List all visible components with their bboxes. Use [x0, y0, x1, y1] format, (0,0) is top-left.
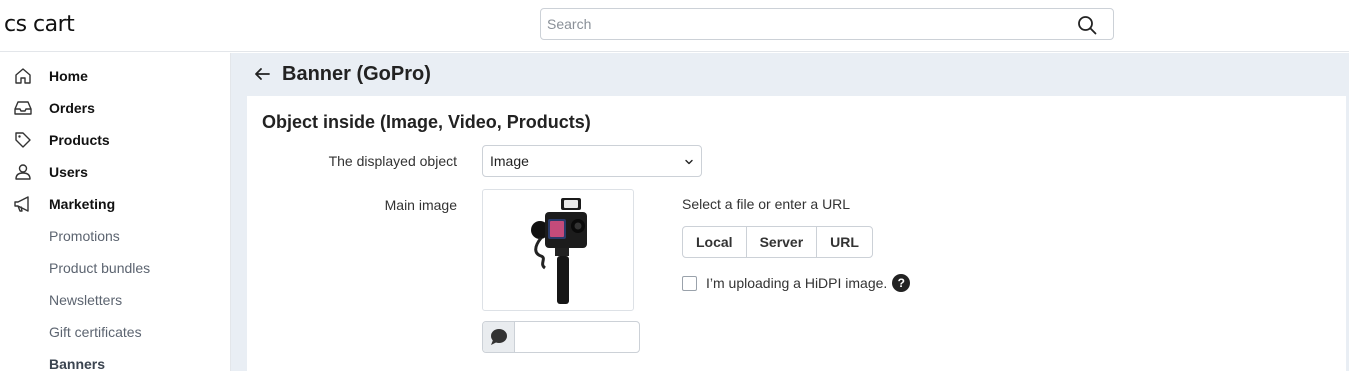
sidebar-item-label: Users	[49, 164, 88, 180]
sidebar-subitem-banners[interactable]: Banners	[49, 356, 105, 371]
file-source-button-group: Local Server URL	[682, 226, 873, 258]
sidebar-subitem-gift-certificates[interactable]: Gift certificates	[49, 324, 142, 340]
sidebar-item-label: Products	[49, 132, 110, 148]
sidebar: Home Orders Products Users Marketing Pro…	[0, 53, 231, 371]
displayed-object-value: Image	[490, 153, 529, 169]
hidpi-checkbox[interactable]	[682, 275, 697, 291]
sidebar-item-label: Orders	[49, 100, 95, 116]
megaphone-icon	[14, 196, 29, 212]
sidebar-item-home[interactable]: Home	[0, 62, 231, 90]
tag-icon	[15, 132, 31, 148]
search-icon[interactable]	[1077, 15, 1097, 35]
sidebar-item-label: Marketing	[49, 196, 116, 212]
main-content: Banner (GoPro) Object inside (Image, Vid…	[231, 53, 1349, 371]
sidebar-item-users[interactable]: Users	[0, 158, 231, 186]
inbox-icon	[14, 101, 32, 115]
sidebar-subitem-newsletters[interactable]: Newsletters	[49, 292, 122, 308]
back-arrow-icon[interactable]	[253, 65, 271, 83]
sidebar-subitem-promotions[interactable]: Promotions	[49, 228, 120, 244]
main-image-label: Main image	[384, 197, 457, 213]
sidebar-item-marketing[interactable]: Marketing	[0, 190, 231, 218]
upload-hint: Select a file or enter a URL	[682, 196, 851, 212]
sidebar-item-products[interactable]: Products	[0, 126, 231, 154]
alt-text-field[interactable]	[482, 321, 640, 353]
help-icon[interactable]: ?	[892, 274, 911, 292]
sidebar-subitem-product-bundles[interactable]: Product bundles	[49, 260, 150, 276]
gopro-camera-image	[531, 198, 587, 304]
speech-bubble-icon	[491, 329, 507, 345]
alt-text-input[interactable]	[516, 322, 638, 352]
alt-text-addon	[483, 322, 515, 352]
user-icon	[15, 164, 31, 180]
hidpi-option: I’m uploading a HiDPI image. ?	[682, 274, 911, 292]
search-input[interactable]	[541, 9, 1071, 39]
chevron-down-icon	[685, 159, 693, 165]
form-card: Object inside (Image, Video, Products) T…	[247, 96, 1346, 371]
image-preview[interactable]	[482, 189, 634, 311]
sidebar-item-label: Home	[49, 68, 88, 84]
search-box[interactable]	[540, 8, 1114, 40]
hidpi-label[interactable]: I’m uploading a HiDPI image.	[706, 275, 887, 291]
top-bar: cs cart	[0, 0, 1349, 52]
section-title: Object inside (Image, Video, Products)	[262, 112, 591, 132]
page-title: Banner (GoPro)	[282, 63, 431, 85]
server-button[interactable]: Server	[747, 227, 818, 257]
displayed-object-select[interactable]: Image	[482, 145, 702, 177]
local-button[interactable]: Local	[683, 227, 747, 257]
logo[interactable]: cs cart	[4, 12, 75, 37]
url-button[interactable]: URL	[817, 227, 872, 257]
displayed-object-label: The displayed object	[328, 153, 457, 169]
sidebar-item-orders[interactable]: Orders	[0, 94, 231, 122]
home-icon	[15, 68, 31, 84]
